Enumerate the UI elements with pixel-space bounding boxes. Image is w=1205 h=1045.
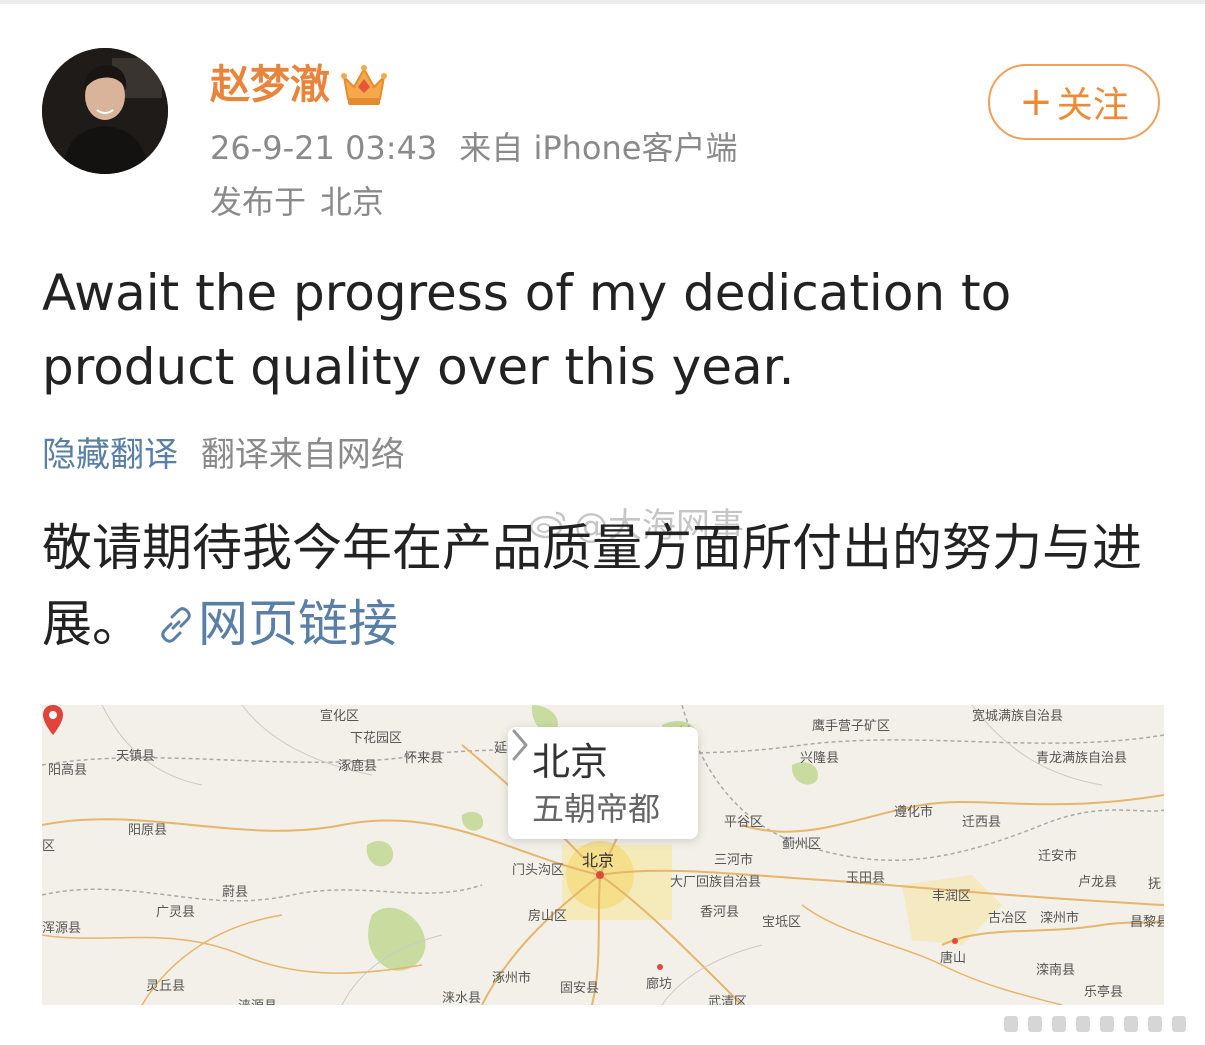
translation-source: 翻译来自网络 [200, 435, 405, 475]
map-label: 门头沟区 [512, 863, 565, 878]
map-label: 涞源县 [238, 995, 277, 1005]
post-location-row: 发布于 北京 [210, 182, 384, 222]
map-label: 怀来县 [404, 751, 444, 766]
map-label: 宣化区 [320, 709, 360, 724]
page-dot [1028, 1016, 1042, 1032]
follow-label: 关注 [1056, 85, 1129, 126]
map-label: 房山区 [528, 909, 568, 924]
web-link[interactable]: 网页链接 [142, 595, 398, 653]
map-label: 平谷区 [724, 815, 764, 830]
page-dot [1148, 1016, 1162, 1032]
map-label: 阳高县 [48, 763, 88, 778]
map-label: 乐亭县 [1084, 985, 1124, 1000]
map-label: 下花园区 [350, 731, 403, 746]
page-dot [1124, 1016, 1138, 1032]
username-row: 赵梦澈 [210, 60, 388, 110]
map-label: 青龙满族自治县 [1036, 751, 1128, 766]
map-label: 涞水县 [442, 991, 482, 1005]
map-label: 涿州市 [492, 971, 532, 986]
map-label: 香河县 [700, 905, 740, 920]
map-label: 廊坊 [646, 977, 673, 992]
avatar-photo [42, 48, 168, 174]
map-label: 鹰手营子矿区 [812, 719, 891, 734]
location-prefix: 发布于 [210, 183, 307, 221]
plus-icon: + [1019, 79, 1053, 125]
map-label: 抚 [1148, 877, 1162, 892]
post-meta: 26-9-21 03:43 来自 iPhone客户端 [210, 128, 737, 168]
page-dot [1052, 1016, 1066, 1032]
map-label: 天镇县 [116, 749, 156, 764]
map-label: 宽城满族自治县 [972, 709, 1064, 724]
link-icon [161, 607, 191, 643]
map-label: 迁安市 [1038, 849, 1078, 864]
map-label: 滦州市 [1040, 911, 1080, 926]
map-label: 延 [494, 741, 508, 756]
hide-translation-link[interactable]: 隐藏翻译 [42, 435, 178, 475]
post-text-en: Await the progress of my dedication to p… [42, 264, 1012, 396]
map-label: 蓟州区 [782, 837, 822, 852]
page-indicator [1004, 1016, 1186, 1032]
map-label: 三河市 [714, 853, 754, 868]
map-label: 固安县 [560, 981, 600, 996]
popup-title: 北京 [532, 740, 609, 784]
map-label: 灵丘县 [146, 979, 186, 994]
map-label: 涿鹿县 [338, 759, 378, 774]
map-pin-label: 北京 [582, 851, 615, 870]
map-label: 滦南县 [1036, 963, 1076, 978]
post-source: 来自 iPhone客户端 [459, 129, 738, 167]
username[interactable]: 赵梦澈 [210, 60, 330, 110]
location-map[interactable]: 宣化区 下花园区 天镇县 阳高县 涿鹿县 怀来县 延 鹰手营子矿区 兴隆县 宽城… [42, 705, 1164, 1005]
page-dot [1004, 1016, 1018, 1032]
map-label: 浑源县 [42, 921, 82, 936]
map-label: 昌黎县 [1130, 915, 1164, 930]
map-label: 玉田县 [846, 871, 886, 886]
map-label: 丰润区 [932, 889, 972, 904]
follow-button[interactable]: + 关注 [988, 64, 1160, 140]
avatar[interactable] [42, 48, 168, 174]
chevron-right-icon [512, 729, 528, 761]
page-dot [1076, 1016, 1090, 1032]
map-pin-icon [43, 705, 63, 735]
crown-vip-icon[interactable] [340, 63, 388, 107]
map-label: 古冶区 [988, 911, 1028, 926]
map-label: 区 [42, 839, 56, 854]
map-label: 唐山 [940, 951, 967, 966]
map-label: 蔚县 [222, 885, 249, 900]
page-dot [1172, 1016, 1186, 1032]
map-label: 大厂回族自治县 [670, 875, 762, 890]
map-label: 兴隆县 [800, 751, 840, 766]
map-label: 迁西县 [962, 815, 1002, 830]
popup-subtitle: 五朝帝都 [532, 790, 661, 828]
translation-row: 隐藏翻译 翻译来自网络 [42, 430, 405, 480]
page-dot [1100, 1016, 1114, 1032]
post-text-cn: 敬请期待我今年在产品质量方面所付出的努力与进展。 网页链接 [42, 510, 1142, 662]
map-label: 武清区 [708, 995, 748, 1005]
map-label: 卢龙县 [1078, 875, 1118, 890]
map-label: 广灵县 [156, 905, 196, 920]
post-location: 北京 [320, 183, 385, 221]
web-link-label: 网页链接 [198, 595, 398, 653]
post-time: 26-9-21 03:43 [210, 129, 438, 167]
map-label: 阳原县 [128, 823, 168, 838]
map-label: 宝坻区 [762, 915, 802, 930]
top-divider [0, 0, 1205, 4]
map-label: 遵化市 [894, 805, 934, 820]
map-location-popup[interactable]: 北京 五朝帝都 [508, 727, 698, 839]
